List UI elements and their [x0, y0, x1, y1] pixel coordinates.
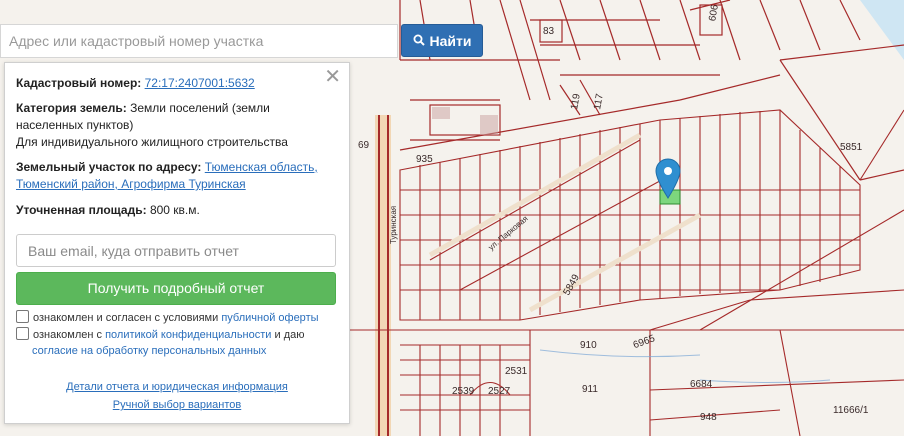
privacy-consent-checkbox[interactable] [16, 327, 29, 340]
details-link-row: Детали отчета и юридическая информация [5, 381, 349, 393]
manual-select-link-row: Ручной выбор вариантов [5, 399, 349, 411]
privacy-policy-link[interactable]: политикой конфиденциальности [105, 329, 271, 341]
map-label: 6684 [690, 379, 713, 390]
email-input[interactable] [17, 235, 335, 266]
map-label: 11666/1 [833, 405, 869, 416]
privacy-consent-text: ознакомлен с [33, 329, 103, 341]
parcel-info-panel: ✕ Кадастровый номер: 72:17:2407001:5632 … [4, 62, 350, 424]
map-label: 5851 [840, 142, 863, 153]
privacy-consent-row: ознакомлен с политикой конфиденциальност… [16, 327, 336, 359]
map-label: 910 [580, 340, 597, 351]
map-label: 2539 [452, 386, 475, 397]
map-label: 83 [543, 26, 555, 37]
privacy-consent-mid-text: и даю [274, 329, 305, 341]
cadastral-number-label: Кадастровый номер: [16, 76, 142, 90]
search-button[interactable]: Найти [401, 24, 483, 57]
email-field[interactable] [16, 234, 336, 267]
public-offer-link[interactable]: публичной оферты [221, 312, 318, 324]
address-search-input[interactable] [1, 25, 397, 57]
cadastral-number-row: Кадастровый номер: 72:17:2407001:5632 [16, 75, 335, 92]
map-label: 911 [582, 384, 598, 395]
manual-selection-link[interactable]: Ручной выбор вариантов [113, 399, 241, 411]
map-label: Туринская [389, 206, 398, 244]
offer-consent-checkbox[interactable] [16, 310, 29, 323]
offer-consent-row: ознакомлен и согласен с условиями публич… [16, 310, 319, 326]
map-label: 69 [358, 140, 370, 151]
search-button-label: Найти [429, 32, 472, 49]
get-report-button[interactable]: Получить подробный отчет [16, 272, 336, 305]
map-label: 2531 [505, 366, 528, 377]
land-usage-value: Для индивидуального жилищного строительс… [16, 135, 288, 149]
search-icon [413, 33, 425, 49]
address-label: Земельный участок по адресу: [16, 160, 202, 174]
personal-data-consent-link[interactable]: согласие на обработку персональных данны… [32, 345, 266, 357]
area-row: Уточненная площадь: 800 кв.м. [16, 202, 335, 219]
address-row: Земельный участок по адресу: Тюменская о… [16, 159, 335, 193]
area-label: Уточненная площадь: [16, 203, 147, 217]
land-category-label: Категория земель: [16, 101, 127, 115]
address-search-field[interactable] [0, 24, 398, 58]
report-details-link[interactable]: Детали отчета и юридическая информация [66, 381, 288, 393]
offer-consent-text: ознакомлен и согласен с условиями [33, 312, 219, 324]
cadastral-number-link[interactable]: 72:17:2407001:5632 [145, 76, 255, 90]
map-label: 948 [700, 412, 717, 423]
map-label: 935 [416, 154, 433, 165]
area-value: 800 кв.м. [149, 203, 200, 217]
land-category-row: Категория земель: Земли поселений (земли… [16, 100, 335, 151]
map-label: 2527 [488, 386, 511, 397]
